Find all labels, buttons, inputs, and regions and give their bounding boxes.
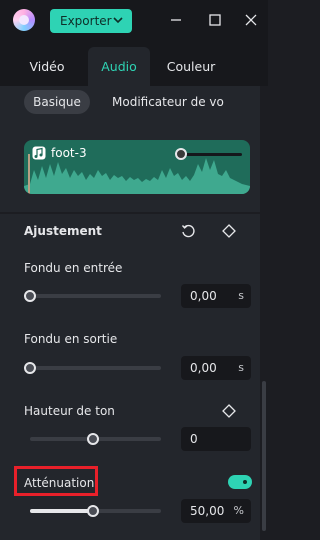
pitch-keyframe-icon[interactable] [221, 403, 237, 419]
pitch-knob[interactable] [87, 433, 99, 445]
tab-video[interactable]: Vidéo [14, 47, 80, 86]
scrollbar-thumb[interactable] [262, 381, 266, 531]
minimize-icon[interactable] [168, 12, 184, 28]
section-title: Ajustement [24, 224, 102, 238]
fade-out-field[interactable]: 0,00 s [181, 356, 251, 380]
keyframe-diamond-icon[interactable] [221, 223, 237, 239]
close-icon[interactable] [243, 12, 259, 28]
ducking-label: Atténuation [24, 476, 95, 490]
pitch-label: Hauteur de ton [24, 404, 115, 418]
clip-volume-knob[interactable] [175, 148, 187, 160]
toggle-knob [241, 478, 249, 486]
ducking-toggle[interactable] [228, 475, 252, 489]
fade-out-unit: s [238, 361, 244, 374]
maximize-icon[interactable] [207, 12, 223, 28]
fade-in-label: Fondu en entrée [24, 261, 123, 275]
audio-subtabs: Basique Modificateur de vo [0, 86, 260, 122]
subtab-basic[interactable]: Basique [24, 90, 90, 114]
ducking-unit: % [233, 504, 244, 517]
ducking-field[interactable]: 50,00 % [181, 499, 251, 523]
export-button[interactable]: Exporter [50, 9, 132, 33]
tab-audio[interactable]: Audio [88, 47, 150, 86]
fade-out-knob[interactable] [24, 362, 36, 374]
panel-scrollbar[interactable] [260, 86, 268, 540]
fade-in-knob[interactable] [24, 290, 36, 302]
clip-name: foot-3 [51, 146, 87, 160]
fade-in-field[interactable]: 0,00 s [181, 284, 251, 308]
fade-in-slider[interactable] [30, 294, 161, 298]
ducking-knob[interactable] [87, 505, 99, 517]
fade-out-label: Fondu en sortie [24, 332, 118, 346]
app-logo [13, 9, 35, 31]
chevron-down-icon [113, 17, 123, 24]
title-bar: Exporter [0, 0, 268, 42]
fade-out-value: 0,00 [190, 361, 217, 375]
tab-color[interactable]: Couleur [158, 47, 224, 86]
pitch-field[interactable]: 0 [181, 427, 251, 451]
ducking-fill [30, 509, 93, 513]
ducking-value: 50,00 [190, 504, 225, 518]
property-tabs: Vidéo Audio Couleur [0, 42, 268, 86]
reset-icon[interactable] [180, 223, 196, 239]
pitch-value: 0 [190, 432, 198, 446]
fade-in-unit: s [238, 289, 244, 302]
playhead-marker [28, 154, 30, 194]
audio-clip-waveform[interactable]: foot-3 [24, 140, 250, 194]
fade-in-value: 0,00 [190, 289, 217, 303]
subtab-voice-changer[interactable]: Modificateur de vo [112, 95, 224, 109]
audio-panel: Basique Modificateur de vo foot-3 Ajuste… [0, 86, 260, 540]
fade-out-slider[interactable] [30, 366, 161, 370]
music-note-icon [32, 146, 46, 160]
section-divider [0, 212, 260, 214]
clip-volume-slider[interactable] [180, 153, 242, 156]
export-button-label: Exporter [60, 14, 112, 28]
